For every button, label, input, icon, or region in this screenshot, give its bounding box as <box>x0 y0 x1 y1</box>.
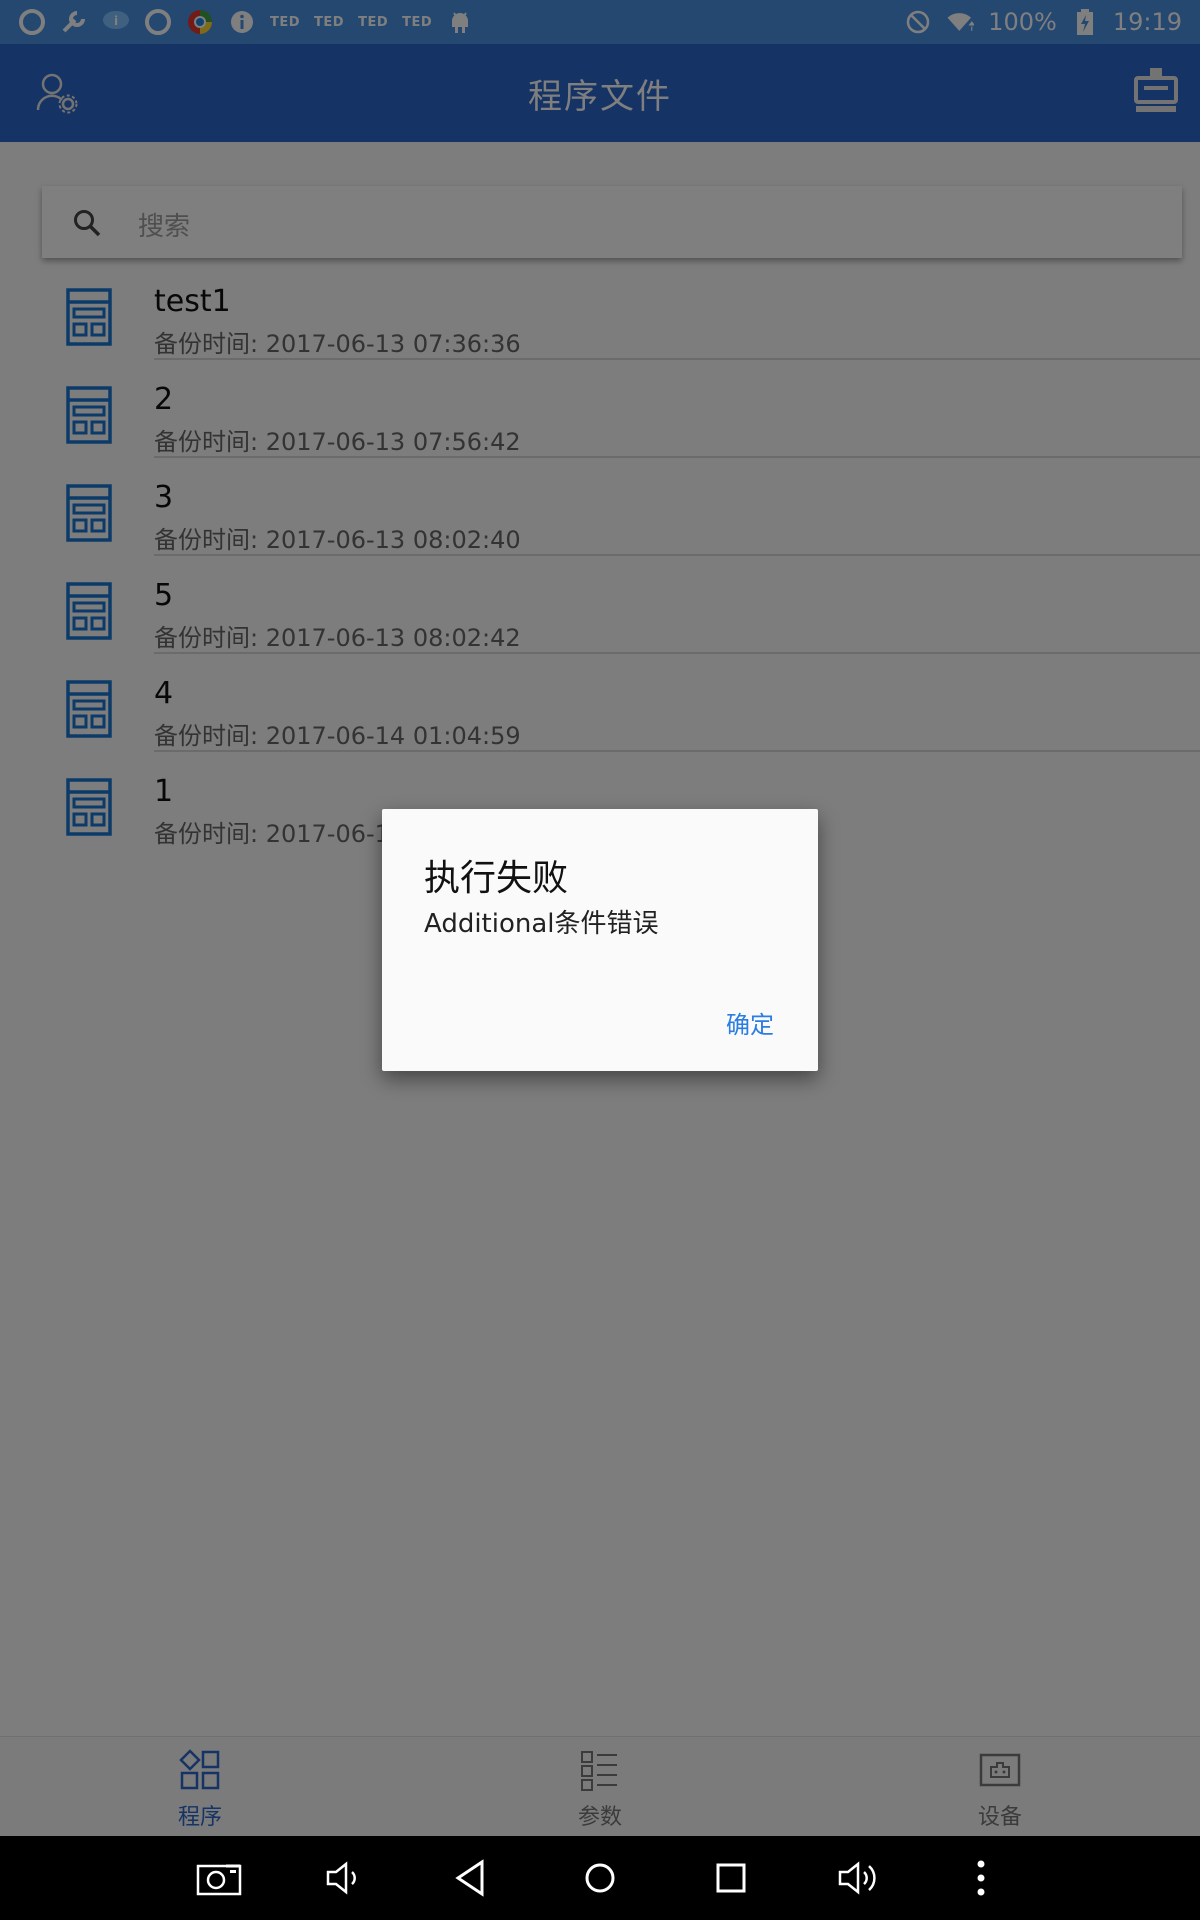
dialog-title: 执行失败 <box>424 858 569 899</box>
confirm-button[interactable]: 确定 <box>726 1005 774 1040</box>
volume-down-icon[interactable] <box>322 1856 368 1900</box>
dialog-message: Additional条件错误 <box>424 909 659 939</box>
volume-up-icon[interactable] <box>836 1856 882 1900</box>
error-dialog: 执行失败 Additional条件错误 确定 <box>382 809 818 1071</box>
system-navigation-bar <box>0 1836 1200 1920</box>
more-options-icon[interactable] <box>958 1856 1004 1900</box>
back-icon[interactable] <box>448 1856 494 1900</box>
screenshot-icon[interactable] <box>196 1856 242 1900</box>
home-icon[interactable] <box>577 1856 623 1900</box>
screen: i TED TED TED TED <box>0 0 1200 1920</box>
recents-icon[interactable] <box>708 1856 754 1900</box>
